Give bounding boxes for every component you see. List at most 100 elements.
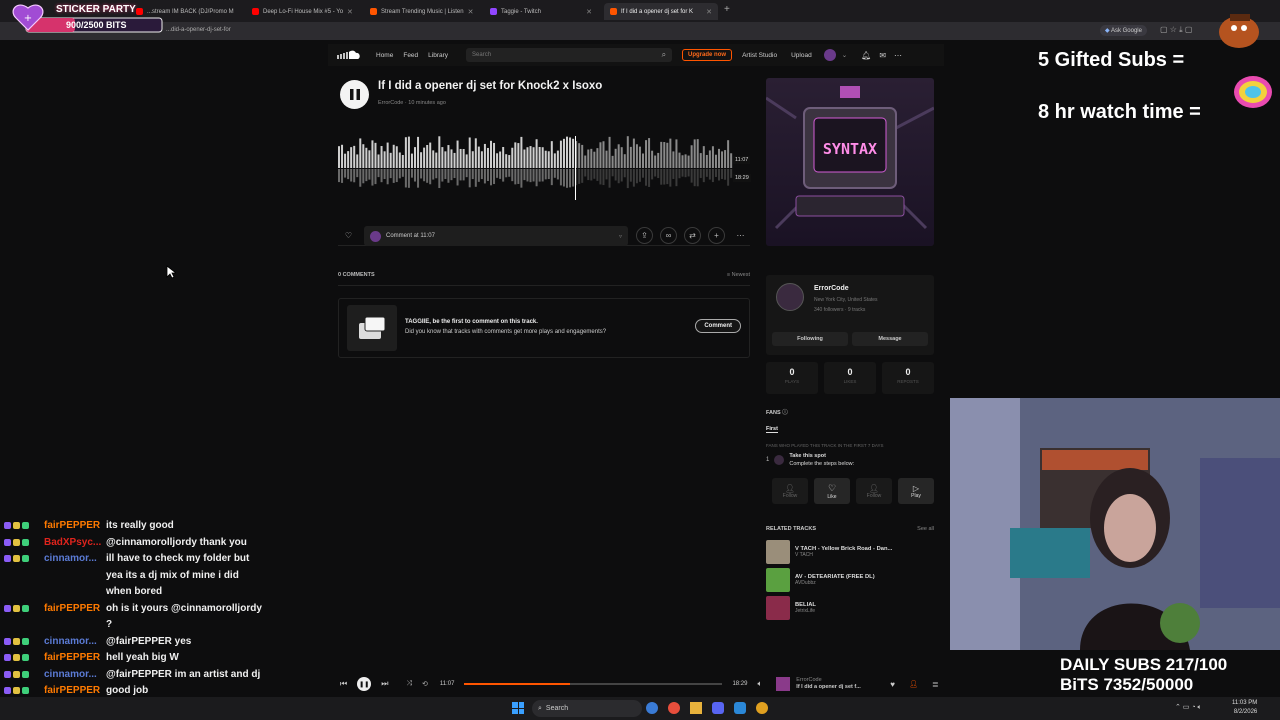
mini-artist[interactable]: ErrorCode	[796, 677, 821, 683]
chat-username[interactable]: cinnamor...	[44, 551, 106, 601]
waveform[interactable]: 11:07 18:29	[338, 132, 751, 204]
chat-username[interactable]: fairPEPPER	[44, 650, 106, 667]
pause-button[interactable]: ❚❚	[357, 677, 372, 691]
message-button[interactable]: Message	[852, 332, 928, 346]
nav-feed[interactable]: Feed	[403, 52, 418, 59]
search-input[interactable]: Search ⌕	[466, 48, 673, 62]
related-track-artist: JetrixLife	[795, 608, 816, 614]
waveform-bar	[462, 148, 465, 168]
info-icon[interactable]: ⓘ	[782, 410, 788, 416]
avatar[interactable]	[823, 49, 836, 61]
like-button[interactable]: ♡	[340, 227, 357, 244]
artist-name[interactable]: ErrorCode	[814, 285, 849, 292]
more-icon[interactable]: ⋯	[894, 51, 902, 60]
mini-title[interactable]: If I did a opener dj set f...	[796, 684, 860, 690]
waveform-bar-reflection	[371, 169, 374, 186]
mail-icon[interactable]	[734, 702, 746, 714]
comment-button[interactable]: Comment	[695, 319, 741, 333]
nav-library[interactable]: Library	[428, 52, 448, 59]
related-track[interactable]: BELIAL JetrixLife	[766, 594, 934, 622]
waveform-bar-reflection	[623, 169, 626, 178]
waveform-bar-reflection	[410, 169, 413, 178]
waveform-bar-reflection	[520, 169, 523, 188]
fan-step-follow[interactable]: 👤︎ Follow	[772, 478, 808, 504]
copy-link-button[interactable]: ∞	[660, 227, 677, 244]
fan-step-follow[interactable]: 👤︎ Follow	[856, 478, 892, 504]
plus-icon[interactable]: +	[724, 4, 730, 15]
nav-home[interactable]: Home	[376, 52, 393, 59]
track-artist[interactable]: ErrorCode	[378, 100, 403, 106]
track-artwork[interactable]: SYNTAX	[766, 78, 934, 246]
chat-username[interactable]: fairPEPPER	[44, 601, 106, 634]
shuffle-icon[interactable]: ⤨	[406, 680, 412, 688]
waveform-bar	[511, 147, 514, 168]
soundcloud-logo-icon[interactable]	[336, 49, 362, 61]
upgrade-button[interactable]: Upgrade now	[682, 49, 733, 61]
chat-username[interactable]: cinnamor...	[44, 634, 106, 651]
close-icon[interactable]: ✕	[706, 8, 712, 16]
pause-button[interactable]	[340, 80, 369, 109]
previous-icon[interactable]: ⏮︎	[340, 679, 347, 689]
bell-icon[interactable]: 🔔︎	[861, 51, 871, 60]
share-button[interactable]: ⇪	[636, 227, 653, 244]
fan-step-like[interactable]: ♡ Like	[814, 478, 850, 504]
fan-step-play[interactable]: ▷ Play	[898, 478, 934, 504]
queue-icon[interactable]: ≣	[932, 680, 939, 689]
close-icon[interactable]: ✕	[586, 8, 592, 16]
windows-start-icon[interactable]	[512, 702, 524, 714]
more-button[interactable]: ⋯	[732, 227, 749, 244]
close-icon[interactable]: ✕	[468, 8, 474, 16]
waveform-bar-reflection	[614, 169, 617, 181]
see-all-link[interactable]: See all	[917, 526, 934, 532]
waveform-bar	[623, 154, 626, 168]
browser-tab-active[interactable]: If I did a opener dj set for K ✕	[604, 3, 718, 20]
clock[interactable]: 11:03 PM 8/2/2026	[1232, 699, 1257, 717]
app-icon[interactable]	[756, 702, 768, 714]
mini-artwork[interactable]	[776, 677, 791, 691]
waveform-playhead[interactable]	[575, 136, 576, 200]
chevron-down-icon[interactable]: ⌄	[842, 51, 847, 59]
repost-button[interactable]: ⇄	[684, 227, 701, 244]
discord-icon[interactable]	[712, 702, 724, 714]
daily-subs-overlay: DAILY SUBS 217/100 BiTS 7352/50000	[1060, 655, 1227, 695]
browser-tab[interactable]: Stream Trending Music | Listen ✕	[364, 3, 478, 20]
waveform-bar-reflection	[638, 169, 641, 182]
following-button[interactable]: Following	[772, 332, 848, 346]
system-tray-icons[interactable]: ⌃ ▭ ◔ 🔈︎	[1175, 703, 1202, 712]
volume-icon[interactable]: 🔈︎	[757, 679, 762, 689]
mail-icon[interactable]: ✉	[879, 51, 886, 60]
follow-icon[interactable]: 👤︎	[909, 680, 918, 688]
repeat-icon[interactable]: ⟲	[422, 680, 428, 688]
chat-username[interactable]: fairPEPPER	[44, 518, 106, 535]
badge-icon	[13, 555, 20, 562]
nav-artist-studio[interactable]: Artist Studio	[742, 52, 777, 59]
fans-tab-first[interactable]: First	[766, 426, 778, 433]
browser-tab[interactable]: Deep Lo-Fi House Mix #5 - Yo ✕	[246, 3, 358, 20]
related-track[interactable]: V TACH - Yellow Brick Road - Dan... V TAC…	[766, 538, 934, 566]
next-icon[interactable]: ⏭︎	[381, 679, 388, 689]
chat-username[interactable]: cinnamor...	[44, 667, 106, 684]
close-icon[interactable]: ✕	[347, 8, 353, 16]
sort-dropdown[interactable]: ≡ Newest	[727, 272, 750, 278]
send-icon[interactable]: ▿	[619, 233, 622, 240]
related-track[interactable]: AV - DETEARIATE (FREE DL) AVDubbz	[766, 566, 934, 594]
comment-input[interactable]: Comment at 11:07 ▿	[364, 226, 628, 246]
search-icon[interactable]: ⌕	[662, 50, 666, 60]
chat-username[interactable]: BadXPsyc...	[44, 535, 106, 552]
player-progress[interactable]	[464, 683, 723, 685]
artist-avatar[interactable]	[776, 283, 804, 311]
waveform-bar	[480, 151, 483, 168]
waveform-bar	[696, 139, 699, 168]
chrome-icon[interactable]	[668, 702, 680, 714]
related-track-artist: V TACH	[795, 552, 813, 558]
add-to-playlist-button[interactable]: +	[708, 227, 725, 244]
waveform-bar-reflection	[714, 169, 717, 177]
nav-upload[interactable]: Upload	[791, 52, 812, 59]
folder-icon[interactable]	[690, 702, 702, 714]
heart-icon[interactable]: ♥	[890, 680, 895, 689]
waveform-bar	[441, 147, 444, 168]
taskbar-search[interactable]: ⌕ Search	[532, 700, 642, 717]
app-icon[interactable]	[646, 702, 658, 714]
browser-tab[interactable]: Taggie - Twitch ✕	[484, 3, 598, 20]
waveform-bars[interactable]	[338, 132, 733, 204]
